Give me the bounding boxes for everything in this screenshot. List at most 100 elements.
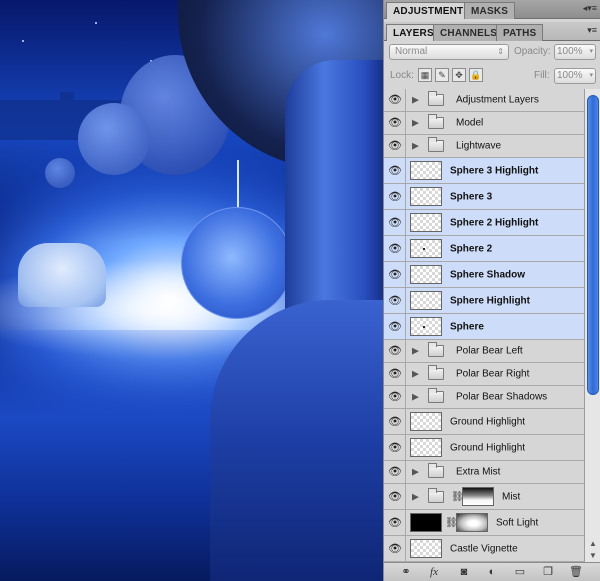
eye-icon[interactable]: 👁 — [387, 344, 403, 358]
opacity-input[interactable]: 100% ▾ — [554, 44, 596, 60]
layer-row[interactable]: 👁 ▶ Polar Bear Right — [384, 363, 584, 386]
layer-row[interactable]: 👁 Sphere 2 Highlight — [384, 210, 584, 236]
eye-icon[interactable]: 👁 — [387, 542, 403, 556]
layer-thumbnail — [410, 513, 442, 532]
lock-transparent-icon[interactable]: ▦ — [418, 68, 432, 82]
eye-icon[interactable]: 👁 — [387, 216, 403, 230]
layer-row[interactable]: 👁 Sphere Shadow — [384, 262, 584, 288]
layers-panel: ADJUSTMENTS MASKS ◂▾≡ LAYERS CHANNELS PA… — [383, 0, 600, 581]
layer-name: Sphere 2 Highlight — [450, 217, 539, 228]
folder-icon — [428, 137, 444, 152]
scroll-thumb[interactable] — [587, 95, 599, 395]
eye-icon[interactable]: 👁 — [387, 190, 403, 204]
layer-row[interactable]: 👁 ▶ ⛓ Mist — [384, 484, 584, 510]
layer-name: Lightwave — [456, 140, 502, 152]
folder-icon — [428, 114, 444, 129]
layer-name: Polar Bear Right — [456, 368, 530, 380]
fx-icon[interactable]: fx — [426, 565, 442, 579]
link-layers-icon[interactable]: ⚭ — [398, 565, 414, 579]
eye-icon[interactable]: 👁 — [387, 441, 403, 455]
tab-channels[interactable]: CHANNELS — [433, 24, 505, 41]
lock-all-icon[interactable]: 🔒 — [469, 68, 483, 82]
layer-row[interactable]: 👁 ⛓ Soft Light — [384, 510, 584, 536]
trash-icon[interactable]: 🗑 — [568, 565, 584, 579]
layer-name: Extra Mist — [456, 466, 501, 478]
layer-row[interactable]: 👁 ▶ Model — [384, 112, 584, 135]
lock-label: Lock: — [390, 70, 414, 81]
expand-triangle-icon[interactable]: ▶ — [412, 392, 419, 403]
polar-bear — [18, 243, 106, 307]
eye-icon[interactable]: 👁 — [387, 294, 403, 308]
eye-icon[interactable]: 👁 — [387, 367, 403, 381]
layer-mask-thumbnail[interactable] — [456, 513, 488, 532]
layer-name: Castle Vignette — [450, 543, 518, 554]
hanging-sphere — [181, 207, 293, 319]
expand-triangle-icon[interactable]: ▶ — [412, 369, 419, 380]
layer-row[interactable]: 👁 Sphere 3 — [384, 184, 584, 210]
lock-paint-icon[interactable]: ✎ — [435, 68, 449, 82]
expand-triangle-icon[interactable]: ▶ — [412, 95, 419, 106]
lock-position-icon[interactable]: ✥ — [452, 68, 466, 82]
fill-input[interactable]: 100% ▾ — [554, 68, 596, 84]
new-group-icon[interactable]: ▭ — [512, 565, 528, 579]
expand-triangle-icon[interactable]: ▶ — [412, 491, 419, 502]
panel-menu-icon[interactable]: ◂▾≡ — [583, 3, 597, 14]
eye-icon[interactable]: 👁 — [387, 320, 403, 334]
eye-icon[interactable]: 👁 — [387, 164, 403, 178]
eye-icon[interactable]: 👁 — [387, 465, 403, 479]
layer-row[interactable]: 👁 ▶ Extra Mist — [384, 461, 584, 484]
layer-row[interactable]: 👁 Castle Vignette — [384, 536, 584, 562]
top-tabbar: ADJUSTMENTS MASKS ◂▾≡ — [384, 0, 600, 19]
eye-icon[interactable]: 👁 — [387, 242, 403, 256]
tab-paths[interactable]: PATHS — [496, 24, 544, 41]
adjustment-layer-icon[interactable]: ◐ — [484, 565, 500, 579]
expand-triangle-icon[interactable]: ▶ — [412, 118, 419, 129]
new-layer-icon[interactable]: ❐ — [540, 565, 556, 579]
layer-name: Mist — [502, 491, 521, 502]
layer-row[interactable]: 👁 ▶ Polar Bear Left — [384, 340, 584, 363]
fill-value: 100% — [557, 70, 583, 81]
eye-icon[interactable]: 👁 — [387, 516, 403, 530]
expand-triangle-icon[interactable]: ▶ — [412, 346, 419, 357]
add-mask-icon[interactable]: ◙ — [456, 565, 472, 579]
folder-icon — [428, 91, 444, 106]
layers-list[interactable]: 👁 ▶ Adjustment Layers 👁 ▶ Model 👁 ▶ Lightwave … — [384, 89, 584, 562]
eye-icon[interactable]: 👁 — [387, 116, 403, 130]
eye-icon[interactable]: 👁 — [387, 390, 403, 404]
layer-row[interactable]: 👁 Sphere — [384, 314, 584, 340]
star — [95, 22, 97, 24]
lock-icons: ▦ ✎ ✥ 🔒 — [418, 68, 486, 82]
layer-row[interactable]: 👁 Sphere Highlight — [384, 288, 584, 314]
layer-name: Sphere Highlight — [450, 295, 530, 306]
blend-row: Normal ⇕ Opacity: 100% ▾ — [384, 42, 600, 66]
expand-triangle-icon[interactable]: ▶ — [412, 467, 419, 478]
lock-row: Lock: ▦ ✎ ✥ 🔒 Fill: 100% ▾ — [384, 66, 600, 90]
tab-masks[interactable]: MASKS — [464, 2, 516, 19]
layer-row[interactable]: 👁 Ground Highlight — [384, 409, 584, 435]
eye-icon[interactable]: 👁 — [387, 93, 403, 107]
blend-mode-select[interactable]: Normal ⇕ — [389, 44, 509, 60]
scroll-down-arrow-icon[interactable]: ▼ — [588, 551, 598, 560]
layer-row[interactable]: 👁 ▶ Lightwave — [384, 135, 584, 158]
layer-thumbnail — [410, 239, 442, 258]
eye-icon[interactable]: 👁 — [387, 490, 403, 504]
document-canvas[interactable] — [0, 0, 383, 581]
layer-mask-thumbnail[interactable] — [462, 487, 494, 506]
layer-thumbnail — [410, 187, 442, 206]
eye-icon[interactable]: 👁 — [387, 268, 403, 282]
eye-icon[interactable]: 👁 — [387, 139, 403, 153]
scroll-up-arrow-icon[interactable]: ▲ — [588, 539, 598, 548]
layer-row[interactable]: 👁 ▶ Polar Bear Shadows — [384, 386, 584, 409]
layer-name: Sphere 3 — [450, 191, 493, 202]
layers-scrollbar[interactable]: ▲ ▼ — [584, 89, 600, 562]
layer-row[interactable]: 👁 ▶ Adjustment Layers — [384, 89, 584, 112]
layer-name: Ground Highlight — [450, 442, 526, 453]
expand-triangle-icon[interactable]: ▶ — [412, 141, 419, 152]
layer-row[interactable]: 👁 Ground Highlight — [384, 435, 584, 461]
layer-row[interactable]: 👁 Sphere 3 Highlight — [384, 158, 584, 184]
eye-icon[interactable]: 👁 — [387, 415, 403, 429]
panel-menu-icon[interactable]: ▾≡ — [587, 25, 597, 36]
layer-name: Sphere — [450, 321, 484, 332]
layer-row[interactable]: 👁 Sphere 2 — [384, 236, 584, 262]
folder-icon — [428, 342, 444, 357]
